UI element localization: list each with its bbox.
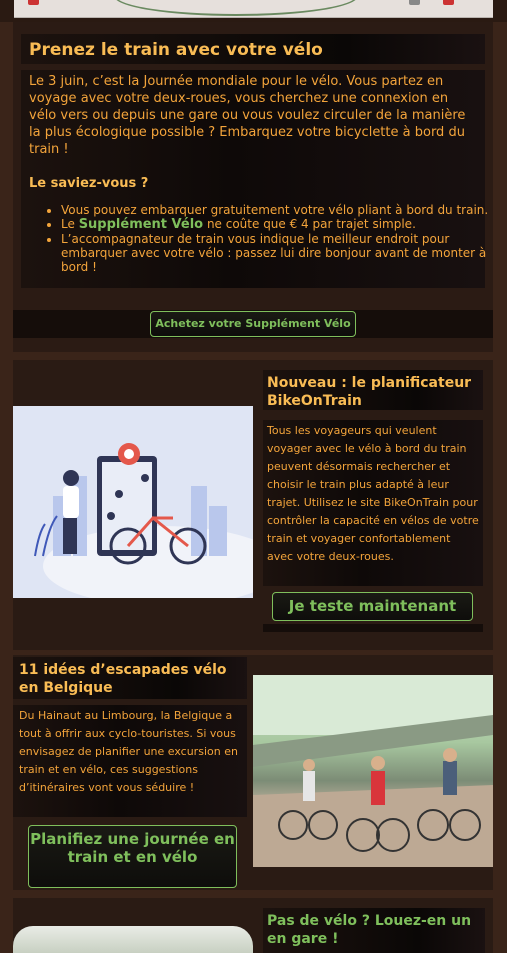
section2-card: Tous les voyageurs qui veulent voyager a… [263, 420, 483, 586]
cyclists-photo [253, 675, 493, 867]
section3-card: Du Hainaut au Limbourg, la Belgique a to… [13, 705, 247, 817]
gray-icon [409, 0, 420, 5]
bullet-text: Vous pouvez embarquer gratuitement votre… [61, 203, 489, 217]
buy-supplement-label: Achetez votre Supplément Vélo [155, 317, 351, 330]
bullet-text: L’accompagnateur de train vous indique l… [61, 232, 487, 274]
section1-card: Le 3 juin, c’est la Journée mondiale pou… [21, 70, 488, 288]
red-icon-right [443, 0, 454, 5]
section-rent-bike: Pas de vélo ? Louez-en un en gare ! [13, 898, 493, 953]
buy-supplement-button[interactable]: Achetez votre Supplément Vélo [150, 311, 356, 337]
section1-title: Prenez le train avec votre vélo [29, 40, 323, 60]
section3-title-bar: 11 idées d’escapades vélo en Belgique [13, 657, 247, 699]
section4-title-bar: Pas de vélo ? Louez-en un en gare ! [263, 908, 485, 953]
supplement-velo-link[interactable]: Supplément Vélo [79, 217, 203, 232]
list-item: Vous pouvez embarquer gratuitement votre… [61, 203, 491, 217]
illustration-svg [34, 443, 283, 606]
top-banner-strip [0, 0, 507, 22]
section-bikeontrain: Nouveau : le planificateur BikeOnTrain T… [13, 360, 493, 650]
section2-title-bar: Nouveau : le planificateur BikeOnTrain [263, 370, 483, 410]
section1-intro: Le 3 juin, c’est la Journée mondiale pou… [29, 74, 466, 157]
list-item: L’accompagnateur de train vous indique l… [61, 232, 491, 274]
section2-body: Tous les voyageurs qui veulent voyager a… [267, 424, 479, 563]
rent-photo [13, 926, 253, 953]
bullet-text: Le [61, 217, 75, 231]
photo-svg [253, 675, 493, 867]
section1-subheading: Le saviez-vous ? [29, 176, 149, 191]
red-icon [28, 0, 39, 5]
decorative-arc [114, 0, 358, 16]
section1-title-bar: Prenez le train avec votre vélo [21, 34, 485, 64]
bullet-text: ne coûte que € 4 par trajet simple. [206, 217, 416, 231]
bike-planner-illustration [13, 406, 283, 606]
section3-body: Du Hainaut au Limbourg, la Belgique a to… [19, 709, 238, 794]
section4-title: Pas de vélo ? Louez-en un en gare ! [267, 913, 472, 947]
list-item: Le Supplément Vélo ne coûte que € 4 par … [61, 217, 491, 232]
try-bikeontrain-label: Je teste maintenant [288, 597, 457, 615]
plan-trip-button[interactable]: Planifiez une journée en train et en vél… [28, 825, 237, 888]
plan-trip-label: Planifiez une journée en train et en vél… [30, 830, 235, 866]
section3-title: 11 idées d’escapades vélo en Belgique [19, 662, 227, 696]
section-train-bike: Prenez le train avec votre vélo Le 3 jui… [13, 22, 493, 352]
header-image-remnant [14, 0, 493, 18]
section1-bullet-list: Vous pouvez embarquer gratuitement votre… [43, 203, 491, 274]
section2-bottom-bar [263, 624, 483, 632]
section2-title: Nouveau : le planificateur BikeOnTrain [267, 375, 472, 409]
try-bikeontrain-button[interactable]: Je teste maintenant [272, 592, 473, 621]
section-escapades: 11 idées d’escapades vélo en Belgique Du… [13, 655, 493, 890]
